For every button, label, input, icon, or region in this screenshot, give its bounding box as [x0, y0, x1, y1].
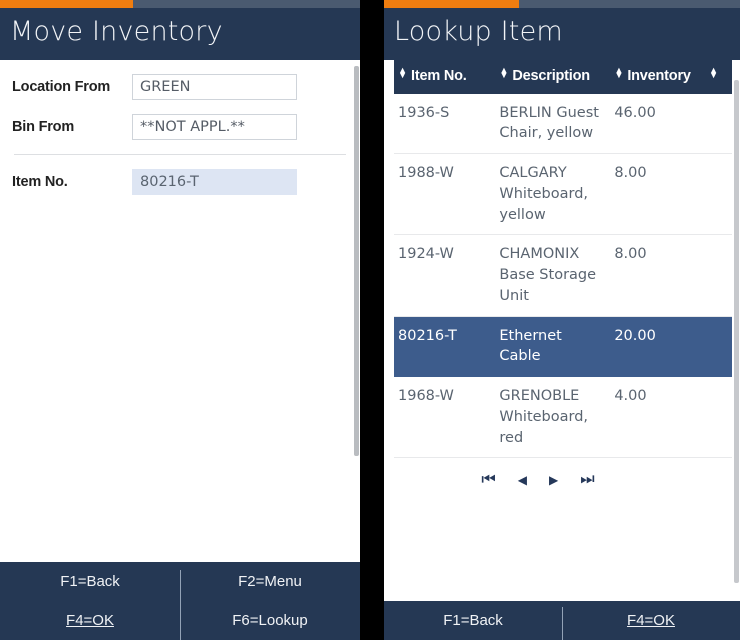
sort-arrows-icon: ▲ ▼ — [398, 64, 407, 81]
cell-item-no: 1924-W — [394, 234, 496, 317]
lookup-f4-ok-label: F4=OK — [627, 612, 675, 629]
cell-item-no: 1988-W — [394, 153, 496, 236]
cell-extra — [704, 153, 732, 236]
cell-extra — [704, 316, 732, 378]
move-inventory-form: Location From Bin From Item No. — [0, 60, 360, 195]
left-progress-fill — [0, 0, 134, 8]
f6-lookup-button[interactable]: F6=Lookup — [180, 601, 360, 640]
cell-extra — [704, 234, 732, 317]
cell-inventory: 46.00 — [610, 93, 705, 155]
left-footer-row-1: F1=Back F2=Menu — [0, 562, 360, 601]
f6-lookup-label: F6=Lookup — [232, 612, 308, 629]
lookup-table-body: 1936-S BERLIN Guest Chair, yellow 46.00 198… — [394, 93, 732, 459]
lookup-table-head: ▲ ▼ Item No. ▲ ▼ Description ▲ ▼ Inventory ▲ ▼ — [394, 59, 732, 94]
column-label-description: Description — [512, 67, 590, 84]
page-title: Move Inventory — [10, 16, 223, 47]
sort-arrows-icon: ▲ ▼ — [614, 64, 624, 81]
next-page-button[interactable]: ▶ — [549, 474, 558, 486]
table-row[interactable]: 1924-W CHAMONIX Base Storage Unit 8.00 — [394, 234, 732, 317]
cell-item-no: 80216-T — [394, 316, 496, 378]
app-root: Move Inventory Location From Bin From It… — [0, 0, 740, 640]
label-bin-from: Bin From — [12, 118, 75, 135]
pagination-controls: ⏮ ◀ ▶ ⏭ — [394, 458, 682, 489]
table-row[interactable]: 80216-T Ethernet Cable 20.00 — [394, 316, 732, 378]
column-label-item-no: Item No. — [411, 67, 467, 84]
cell-extra — [704, 93, 732, 155]
f2-menu-label: F2=Menu — [238, 573, 302, 590]
cell-item-no: 1968-W — [394, 376, 496, 459]
f4-ok-button[interactable]: F4=OK — [0, 601, 180, 640]
cell-inventory: 4.00 — [610, 376, 705, 459]
table-row[interactable]: 1968-W GRENOBLE Whiteboard, red 4.00 — [394, 376, 732, 459]
cell-description: CALGARY Whiteboard, yellow — [495, 153, 611, 236]
left-progress-bar — [0, 0, 360, 8]
lookup-header-row: ▲ ▼ Item No. ▲ ▼ Description ▲ ▼ Inventory ▲ ▼ — [394, 59, 732, 94]
cell-description: BERLIN Guest Chair, yellow — [495, 93, 611, 155]
lookup-item-panel: Lookup Item ▲▼Item No. ▲▼Description — [384, 0, 740, 640]
table-row[interactable]: 1936-S BERLIN Guest Chair, yellow 46.00 — [394, 93, 732, 155]
f1-back-label: F1=Back — [60, 573, 120, 590]
label-item-no: Item No. — [12, 173, 68, 190]
cell-inventory: 20.00 — [610, 316, 705, 378]
left-footer-row-2: F4=OK F6=Lookup — [0, 601, 360, 640]
lookup-f1-back-button[interactable]: F1=Back — [384, 601, 562, 640]
left-panel-scrollbar[interactable] — [353, 59, 360, 562]
move-inventory-panel: Move Inventory Location From Bin From It… — [0, 0, 360, 640]
form-row-item-no: Item No. — [12, 168, 348, 195]
form-section-divider — [14, 153, 346, 155]
right-scrollbar-thumb[interactable] — [734, 79, 739, 583]
sort-arrows-icon: ▲ ▼ — [709, 64, 718, 81]
form-row-location-from: Location From — [12, 73, 348, 100]
location-from-input[interactable] — [132, 73, 297, 100]
cell-description: GRENOBLE Whiteboard, red — [495, 376, 611, 459]
label-location-from: Location From — [12, 78, 111, 95]
column-header-description[interactable]: ▲ ▼ Description — [495, 59, 611, 94]
column-header-extra[interactable]: ▲ ▼ — [704, 59, 732, 94]
item-no-input[interactable] — [132, 168, 297, 195]
f4-ok-label: F4=OK — [66, 612, 114, 629]
last-page-button[interactable]: ⏭ — [580, 471, 594, 487]
lookup-item-table: ▲ ▼ Item No. ▲ ▼ Description ▲ ▼ Inventory ▲ ▼ — [394, 59, 732, 459]
left-panel-body: Location From Bin From Item No. — [0, 59, 360, 562]
first-page-button[interactable]: ⏮ — [481, 471, 495, 487]
previous-page-button[interactable]: ◀ — [518, 474, 527, 486]
right-progress-fill — [384, 0, 520, 8]
cell-inventory: 8.00 — [610, 234, 705, 317]
table-row[interactable]: 1988-W CALGARY Whiteboard, yellow 8.00 — [394, 153, 732, 236]
f2-menu-button[interactable]: F2=Menu — [180, 562, 360, 601]
sort-arrows-icon: ▲ ▼ — [499, 64, 509, 81]
form-row-bin-from: Bin From — [12, 113, 348, 140]
lookup-table-wrap: ▲ ▼ Item No. ▲ ▼ Description ▲ ▼ Inventory ▲ ▼ — [394, 59, 732, 601]
bin-from-input[interactable] — [132, 113, 297, 140]
column-header-inventory[interactable]: ▲ ▼ Inventory — [610, 59, 705, 94]
cell-description: Ethernet Cable — [495, 316, 611, 378]
lookup-f4-ok-button[interactable]: F4=OK — [562, 601, 740, 640]
lookup-f1-back-label: F1=Back — [443, 612, 503, 629]
right-footer-row: F1=Back F4=OK — [384, 601, 740, 640]
left-panel-header: Move Inventory — [0, 8, 360, 60]
cell-extra — [704, 376, 732, 459]
left-scrollbar-thumb[interactable] — [354, 65, 359, 456]
cell-inventory: 8.00 — [610, 153, 705, 236]
right-progress-bar — [384, 0, 740, 8]
left-panel-footer: F1=Back F2=Menu F4=OK F6=Lookup — [0, 562, 360, 640]
right-panel-footer: F1=Back F4=OK — [384, 601, 740, 640]
right-panel-body: ▲ ▼ Item No. ▲ ▼ Description ▲ ▼ Inventory ▲ ▼ — [384, 59, 740, 601]
column-header-item-no[interactable]: ▲ ▼ Item No. — [394, 59, 496, 94]
f1-back-button[interactable]: F1=Back — [0, 562, 180, 601]
cell-description: CHAMONIX Base Storage Unit — [495, 234, 611, 317]
cell-item-no: 1936-S — [394, 93, 496, 155]
column-label-inventory: Inventory — [627, 67, 691, 84]
lookup-page-title: Lookup Item — [394, 16, 563, 47]
right-panel-header: Lookup Item — [384, 8, 740, 60]
right-panel-scrollbar[interactable] — [733, 59, 740, 601]
